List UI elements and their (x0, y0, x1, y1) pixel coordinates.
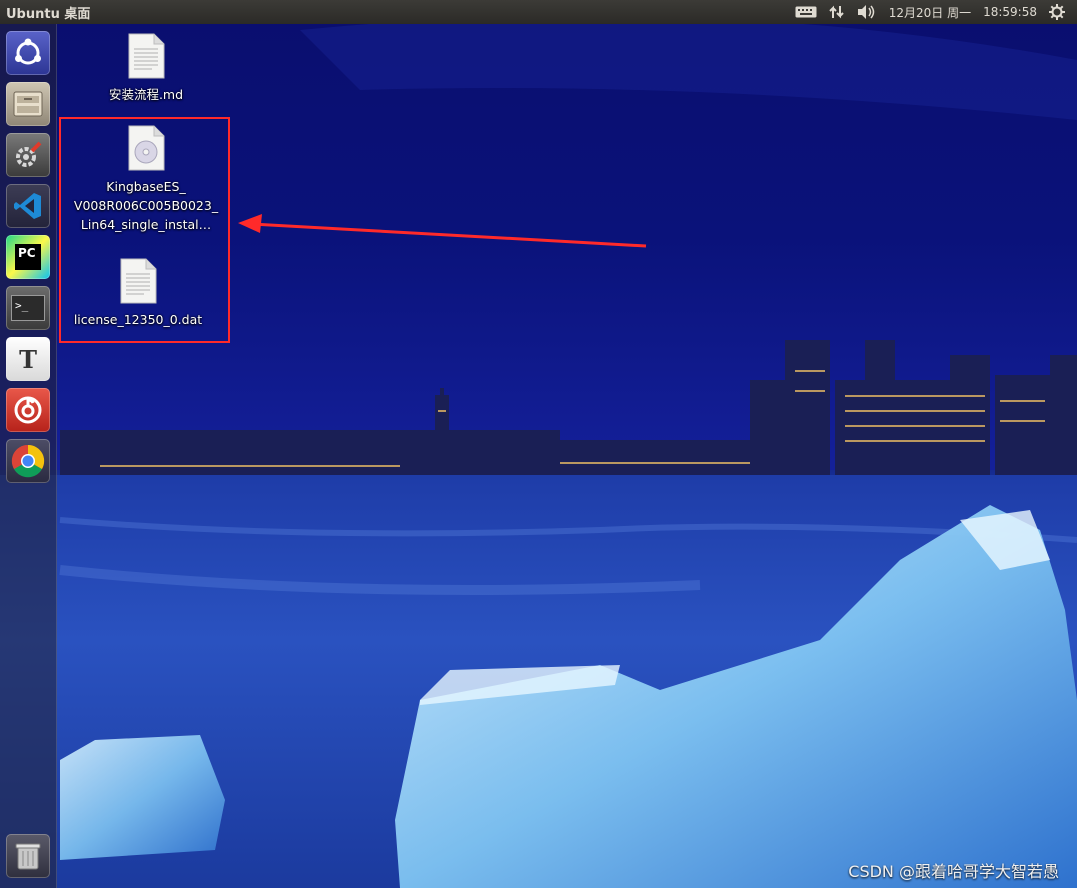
annotation-arrow (238, 214, 647, 248)
watermark: CSDN @跟着哈哥学大智若愚 (848, 862, 1059, 881)
